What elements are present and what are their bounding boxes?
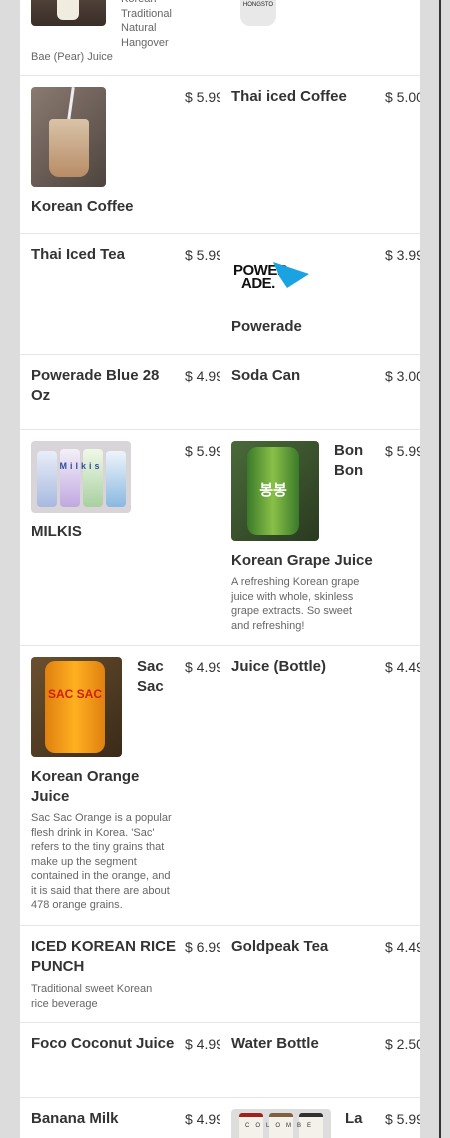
sac-sac-side-name: Sac Sac [137,658,164,695]
milkis-image: Milkis [31,441,131,513]
menu-page: Korean Traditional Natural Hangover Bae … [20,0,420,1138]
milkis-can-label: Milkis [59,461,103,471]
thai-iced-tea-name: Thai Iced Tea [31,246,125,263]
juice-bottle-name: Juice (Bottle) [231,658,327,675]
menu-item-foco-coconut-juice[interactable]: Foco Coconut Juice $ 4.99 [20,1023,220,1097]
korean-coffee-price: $ 5.99 [185,89,220,105]
korean-grape-juice-name: Korean Grape Juice [231,552,373,569]
menu-item-soda-can[interactable]: Soda Can $ 3.00 [220,355,420,429]
menu-item-thai-iced-tea[interactable]: Thai Iced Tea $ 5.99 [20,234,220,354]
grape-juice-can-label: 봉봉 [259,482,287,499]
la-colombe-price: $ 5.99 [385,1111,420,1127]
menu-item-powerade-blue[interactable]: Powerade Blue 28 Oz $ 4.99 [20,355,220,429]
pear-juice-description: Korean Traditional Natural Hangover [121,0,172,49]
soda-can-name: Soda Can [231,367,301,384]
menu-item-rice-punch[interactable]: ICED KOREAN RICE PUNCH Traditional sweet… [20,926,220,1022]
milkis-price: $ 5.99 [185,443,220,459]
banana-milk-name: Banana Milk [31,1110,119,1127]
right-border [439,0,441,1138]
powerade-price: $ 3.99 [385,247,420,263]
korean-grape-juice-image: 봉봉 [231,441,319,541]
rice-punch-price: $ 6.99 [185,939,220,955]
korean-coffee-image [31,87,106,187]
pear-juice-name: Bae (Pear) Juice [31,51,113,63]
banana-milk-price: $ 4.99 [185,1111,220,1127]
menu-item-korean-grape-juice[interactable]: 봉봉 Bon Bon Korean Grape Juice A refreshi… [220,430,420,645]
menu-item-powerade[interactable]: POWER ADE. Powerade $ 3.99 [220,234,420,354]
thai-iced-coffee-price: $ 5.00 [385,89,420,105]
water-bottle-name: Water Bottle [231,1035,319,1052]
korean-orange-juice-description: Sac Sac Orange is a popular flesh drink … [31,812,172,911]
can-label: HONGSTO [242,2,274,8]
menu-item-top-right[interactable]: HONGSTO [220,0,420,75]
powerade-bolt-icon [273,262,309,288]
powerade-logo-text-2: ADE. [241,275,275,292]
can-image: HONGSTO [240,0,276,26]
la-colombe-side-name: La [345,1110,363,1127]
menu-item-water-bottle[interactable]: Water Bottle $ 2.50 [220,1023,420,1097]
korean-orange-juice-image: SAC SAC [31,657,122,757]
la-colombe-image: COLOMBE [231,1109,331,1138]
menu-item-korean-orange-juice[interactable]: SAC SAC Sac Sac Korean Orange Juice Sac … [20,646,220,925]
powerade-name: Powerade [231,318,302,335]
rice-punch-name: ICED KOREAN RICE PUNCH [31,938,177,975]
bon-bon-side-name: Bon Bon [334,442,364,479]
la-colombe-can-label: COLOMBE [244,1123,317,1129]
thai-iced-coffee-name: Thai iced Coffee [231,88,347,105]
orange-juice-can-label: SAC SAC [47,687,102,701]
water-bottle-price: $ 2.50 [385,1036,420,1052]
menu-item-milkis[interactable]: Milkis MILKIS $ 5.99 [20,430,220,645]
thai-iced-tea-price: $ 5.99 [185,247,220,263]
powerade-logo: POWER ADE. [231,252,331,302]
korean-grape-juice-description: A refreshing Korean grape juice with who… [231,576,360,632]
foco-coconut-juice-price: $ 4.99 [185,1036,220,1052]
pear-juice-image [31,0,106,26]
menu-item-juice-bottle[interactable]: Juice (Bottle) $ 4.49 [220,646,420,925]
korean-orange-juice-price: $ 4.99 [185,659,220,675]
powerade-blue-name: Powerade Blue 28 Oz [31,367,160,404]
menu-item-la-colombe[interactable]: COLOMBE La $ 5.99 [220,1098,420,1138]
goldpeak-tea-price: $ 4.49 [385,939,420,955]
goldpeak-tea-name: Goldpeak Tea [231,938,329,955]
milkis-name: MILKIS [31,523,82,540]
menu-item-thai-iced-coffee[interactable]: Thai iced Coffee $ 5.00 [220,76,420,233]
menu-item-banana-milk[interactable]: Banana Milk $ 4.99 [20,1098,220,1138]
korean-orange-juice-name: Korean Orange Juice [31,768,140,805]
menu-item-korean-coffee[interactable]: Korean Coffee $ 5.99 [20,76,220,233]
menu-item-goldpeak-tea[interactable]: Goldpeak Tea $ 4.49 [220,926,420,1022]
foco-coconut-juice-name: Foco Coconut Juice [31,1035,175,1052]
soda-can-price: $ 3.00 [385,368,420,384]
juice-bottle-price: $ 4.49 [385,659,420,675]
menu-item-pear-juice[interactable]: Korean Traditional Natural Hangover Bae … [20,0,220,75]
korean-coffee-name: Korean Coffee [31,198,134,215]
powerade-blue-price: $ 4.99 [185,368,220,384]
rice-punch-description: Traditional sweet Korean rice beverage [31,983,153,1010]
korean-grape-juice-price: $ 5.99 [385,443,420,459]
